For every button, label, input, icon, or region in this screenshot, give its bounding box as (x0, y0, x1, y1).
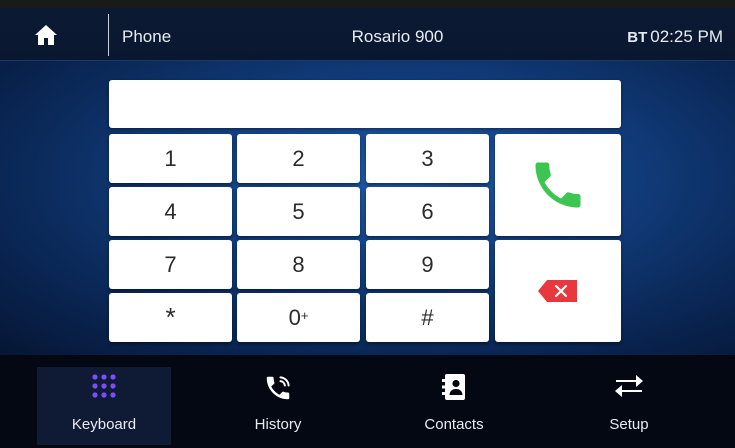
key-3[interactable]: 3 (366, 134, 489, 183)
key-label: 0 (288, 304, 301, 330)
key-label: 5 (292, 198, 305, 224)
backspace-icon (538, 280, 577, 302)
tab-label: Contacts (424, 416, 484, 433)
key-7[interactable]: 7 (109, 240, 232, 289)
tab-label: Keyboard (71, 416, 137, 433)
tab-contacts[interactable]: Contacts (387, 367, 521, 445)
key-label: 7 (164, 251, 177, 277)
key-label: # (421, 304, 434, 330)
key-label: * (165, 302, 176, 332)
key-label: 9 (421, 251, 434, 277)
key-label: 2 (292, 145, 305, 171)
key-label: 8 (292, 251, 305, 277)
tab-setup[interactable]: Setup (562, 367, 696, 445)
key-4[interactable]: 4 (109, 187, 232, 236)
key-label: 1 (164, 145, 177, 171)
key-8[interactable]: 8 (237, 240, 360, 289)
number-display[interactable] (109, 80, 621, 128)
tab-keyboard[interactable]: Keyboard (37, 367, 171, 445)
key-star[interactable]: * (109, 293, 232, 342)
key-1[interactable]: 1 (109, 134, 232, 183)
clock: 02:25 PM (650, 27, 723, 46)
swap-arrows-icon (615, 375, 643, 397)
tab-label: Setup (609, 416, 649, 433)
top-edge (0, 0, 735, 8)
key-hash[interactable]: # (366, 293, 489, 342)
key-label: 4 (164, 198, 177, 224)
key-9[interactable]: 9 (366, 240, 489, 289)
bottom-nav: Keyboard History Contacts Setup (0, 355, 735, 448)
status-area: BT 02:25 PM (627, 27, 723, 47)
call-button[interactable] (495, 134, 621, 236)
keypad-grid-icon (92, 374, 116, 398)
key-6[interactable]: 6 (366, 187, 489, 236)
key-5[interactable]: 5 (237, 187, 360, 236)
key-label: 6 (421, 198, 434, 224)
contacts-book-icon (442, 374, 465, 400)
key-sub-label: + (300, 308, 309, 323)
phone-ringing-icon (266, 376, 290, 400)
phone-handset-icon (535, 162, 581, 208)
tab-history[interactable]: History (211, 367, 345, 445)
key-label: 3 (421, 145, 434, 171)
key-0[interactable]: 0 + (237, 293, 360, 342)
delete-button[interactable] (495, 240, 621, 342)
tab-label: History (254, 416, 302, 433)
header-bar: Phone Rosario 900 BT 02:25 PM (0, 8, 735, 61)
key-2[interactable]: 2 (237, 134, 360, 183)
bluetooth-label: BT (627, 29, 648, 46)
connected-device-name: Rosario 900 (351, 27, 444, 46)
phone-screen: Phone Rosario 900 BT 02:25 PM 1 2 3 4 5 6… (0, 0, 735, 448)
